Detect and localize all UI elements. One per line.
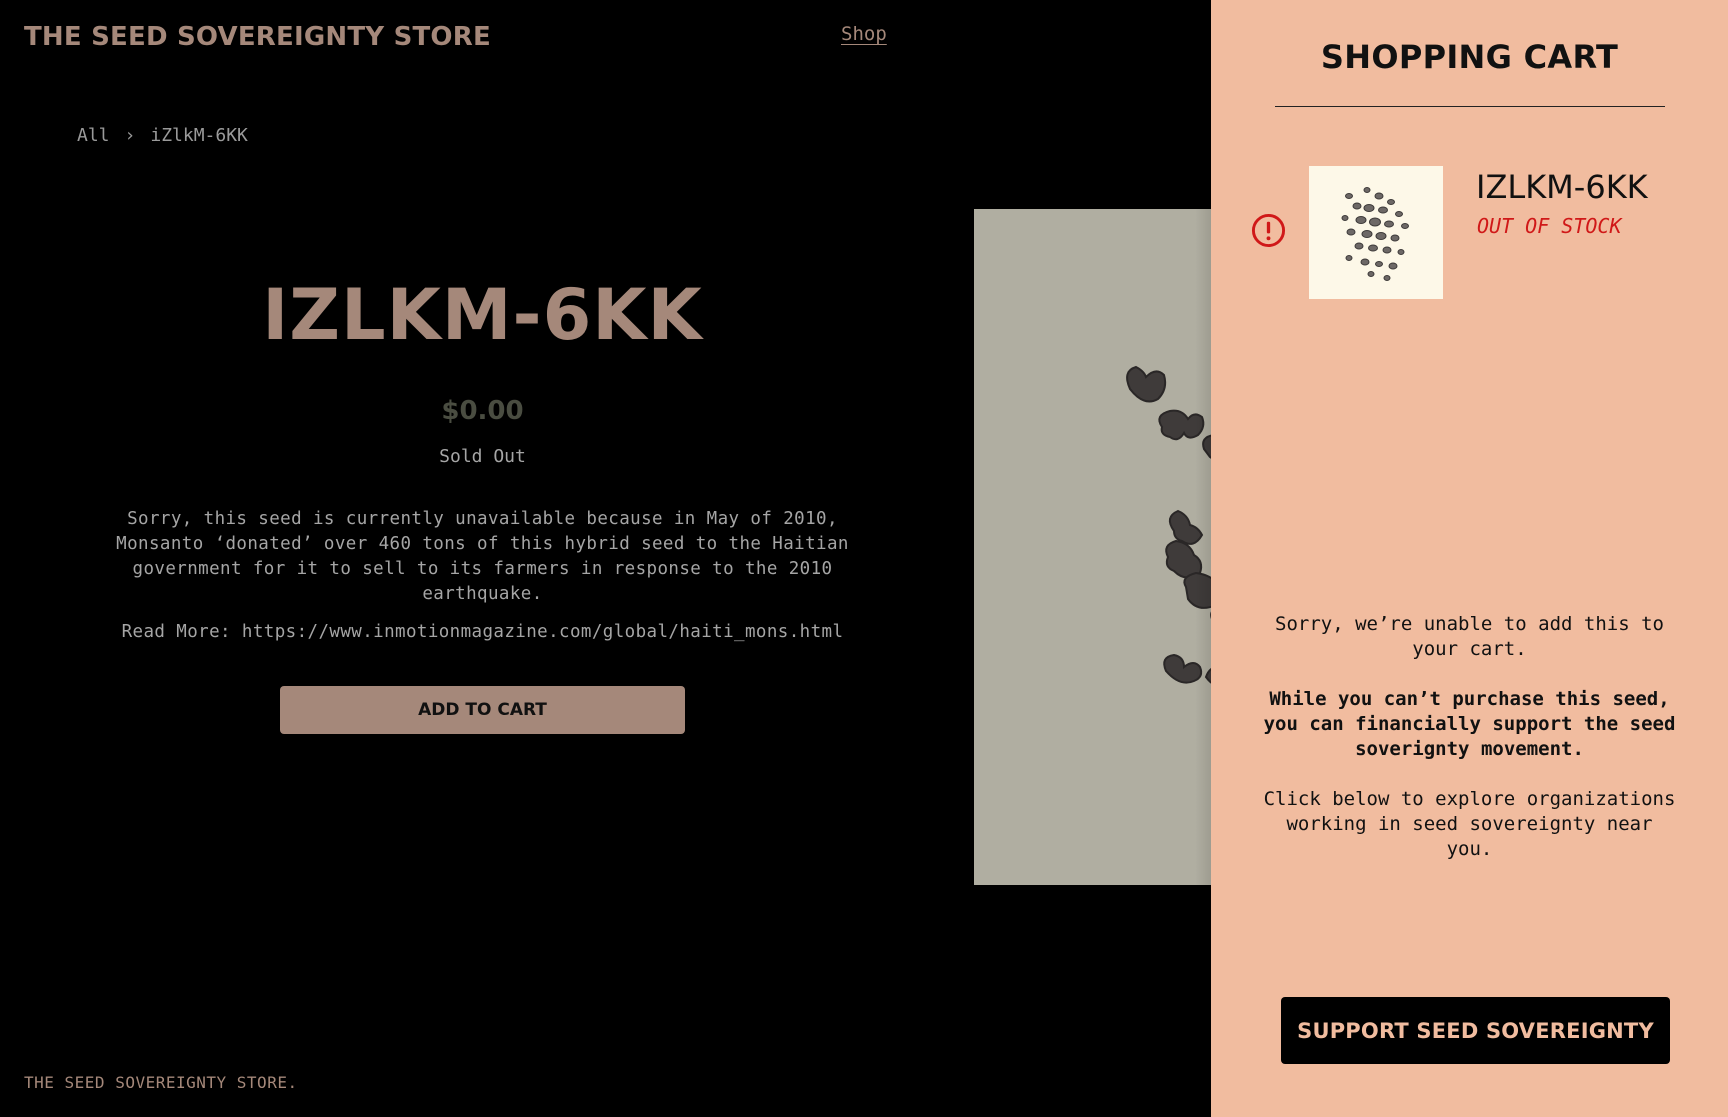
product-description: Sorry, this seed is currently unavailabl… <box>116 509 849 604</box>
seed-pile-illustration <box>974 209 1234 885</box>
product-title: IZLKM-6KK <box>262 274 703 356</box>
breadcrumb-separator: › <box>124 125 136 146</box>
cart-item-thumbnail <box>1309 166 1443 299</box>
cart-message-unable: Sorry, we’re unable to add this to your … <box>1275 613 1664 660</box>
availability-label: Sold Out <box>439 446 526 467</box>
footer-text: THE SEED SOVEREIGNTY STORE. <box>24 1073 298 1092</box>
product-info: IZLKM-6KK $0.00 Sold Out Sorry, this see… <box>80 280 885 734</box>
product-price: $0.00 <box>441 396 524 426</box>
product-image <box>974 209 1234 885</box>
cart-drawer: SHOPPING CART IZLKM-6KK OUT OF STOCK Sor… <box>1211 0 1728 1117</box>
cart-message-support: While you can’t purchase this seed, you … <box>1263 688 1676 760</box>
cart-divider <box>1275 106 1665 107</box>
support-seed-sovereignty-button[interactable]: SUPPORT SEED SOVEREIGNTY <box>1281 997 1670 1064</box>
cart-item-status: OUT OF STOCK <box>1477 214 1622 238</box>
breadcrumb-item-current: iZlkM-6KK <box>150 125 248 146</box>
add-to-cart-button[interactable]: ADD TO CART <box>280 686 685 734</box>
cart-message-explore: Click below to explore organizations wor… <box>1263 788 1676 860</box>
nav-shop-link[interactable]: Shop <box>841 23 887 45</box>
breadcrumb: All › iZlkM-6KK <box>77 125 248 146</box>
seed-thumbnail-illustration <box>1341 187 1409 281</box>
cart-item-name: IZLKM-6KK <box>1476 168 1648 206</box>
exclamation-circle-icon <box>1251 213 1286 248</box>
cart-message: Sorry, we’re unable to add this to your … <box>1261 612 1678 862</box>
breadcrumb-item-all[interactable]: All <box>77 125 110 146</box>
read-more-link[interactable]: Read More: https://www.inmotionmagazine.… <box>80 622 885 642</box>
cart-title: SHOPPING CART <box>1320 38 1619 76</box>
store-logo[interactable]: THE SEED SOVEREIGNTY STORE <box>24 22 491 52</box>
